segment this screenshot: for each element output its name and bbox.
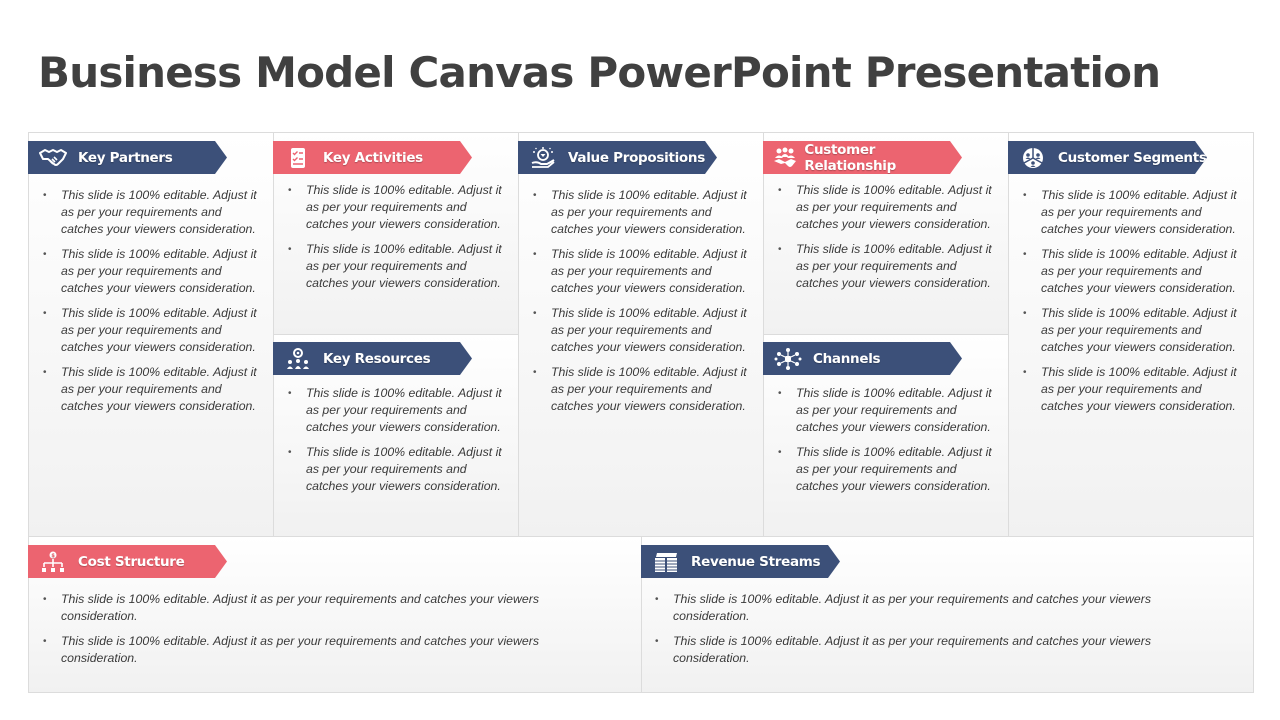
list-item: This slide is 100% editable. Adjust it a…: [1021, 305, 1243, 356]
list-item: This slide is 100% editable. Adjust it a…: [653, 633, 1213, 667]
customer-segments-header: Customer Segments: [1008, 141, 1207, 174]
list-item: This slide is 100% editable. Adjust it a…: [41, 246, 263, 297]
key-resources-list: This slide is 100% editable. Adjust it a…: [286, 385, 508, 503]
team-gear-icon: [283, 347, 313, 371]
list-item: This slide is 100% editable. Adjust it a…: [776, 385, 998, 436]
list-item: This slide is 100% editable. Adjust it a…: [286, 241, 508, 292]
cash-stack-icon: [651, 550, 681, 574]
key-activities-label: Key Activities: [323, 149, 423, 166]
list-item: This slide is 100% editable. Adjust it a…: [41, 364, 263, 415]
list-item: This slide is 100% editable. Adjust it a…: [531, 246, 753, 297]
channels-header: Channels: [763, 342, 962, 375]
customer-segments-list: This slide is 100% editable. Adjust it a…: [1021, 187, 1243, 423]
revenue-streams-list: This slide is 100% editable. Adjust it a…: [653, 591, 1213, 675]
cost-structure-list: This slide is 100% editable. Adjust it a…: [41, 591, 601, 675]
list-item: This slide is 100% editable. Adjust it a…: [1021, 246, 1243, 297]
page-title: Business Model Canvas PowerPoint Present…: [38, 48, 1161, 97]
list-item: This slide is 100% editable. Adjust it a…: [776, 182, 998, 233]
checklist-icon: [283, 146, 313, 170]
list-item: This slide is 100% editable. Adjust it a…: [776, 241, 998, 292]
key-resources-label: Key Resources: [323, 350, 431, 367]
network-icon: [773, 347, 803, 371]
customer-relationship-header: Customer Relationship: [763, 141, 962, 174]
cost-structure-header: $ Cost Structure: [28, 545, 227, 578]
cost-structure-label: Cost Structure: [78, 553, 185, 570]
list-item: This slide is 100% editable. Adjust it a…: [286, 385, 508, 436]
list-item: This slide is 100% editable. Adjust it a…: [776, 444, 998, 495]
value-propositions-header: Value Propositions: [518, 141, 717, 174]
list-item: This slide is 100% editable. Adjust it a…: [653, 591, 1213, 625]
list-item: This slide is 100% editable. Adjust it a…: [41, 187, 263, 238]
list-item: This slide is 100% editable. Adjust it a…: [41, 591, 601, 625]
value-propositions-label: Value Propositions: [568, 149, 705, 166]
segments-pie-icon: [1018, 146, 1048, 170]
key-partners-header: Key Partners: [28, 141, 227, 174]
key-partners-label: Key Partners: [78, 149, 173, 166]
list-item: This slide is 100% editable. Adjust it a…: [531, 364, 753, 415]
key-resources-header: Key Resources: [273, 342, 472, 375]
customer-segments-label: Customer Segments: [1058, 149, 1207, 166]
cost-hierarchy-icon: $: [38, 550, 68, 574]
list-item: This slide is 100% editable. Adjust it a…: [286, 444, 508, 495]
list-item: This slide is 100% editable. Adjust it a…: [41, 305, 263, 356]
list-item: This slide is 100% editable. Adjust it a…: [1021, 187, 1243, 238]
key-partners-list: This slide is 100% editable. Adjust it a…: [41, 187, 263, 423]
hand-diamond-icon: [528, 146, 558, 170]
people-handshake-icon: [771, 146, 799, 170]
customer-relationship-list: This slide is 100% editable. Adjust it a…: [776, 182, 998, 300]
revenue-streams-header: Revenue Streams: [641, 545, 840, 578]
channels-label: Channels: [813, 350, 881, 367]
key-activities-list: This slide is 100% editable. Adjust it a…: [286, 182, 508, 300]
revenue-streams-label: Revenue Streams: [691, 553, 821, 570]
key-activities-header: Key Activities: [273, 141, 472, 174]
list-item: This slide is 100% editable. Adjust it a…: [531, 305, 753, 356]
list-item: This slide is 100% editable. Adjust it a…: [531, 187, 753, 238]
value-propositions-list: This slide is 100% editable. Adjust it a…: [531, 187, 753, 423]
channels-list: This slide is 100% editable. Adjust it a…: [776, 385, 998, 503]
list-item: This slide is 100% editable. Adjust it a…: [286, 182, 508, 233]
list-item: This slide is 100% editable. Adjust it a…: [41, 633, 601, 667]
customer-relationship-label: Customer Relationship: [804, 141, 896, 174]
list-item: This slide is 100% editable. Adjust it a…: [1021, 364, 1243, 415]
handshake-icon: [38, 146, 68, 170]
